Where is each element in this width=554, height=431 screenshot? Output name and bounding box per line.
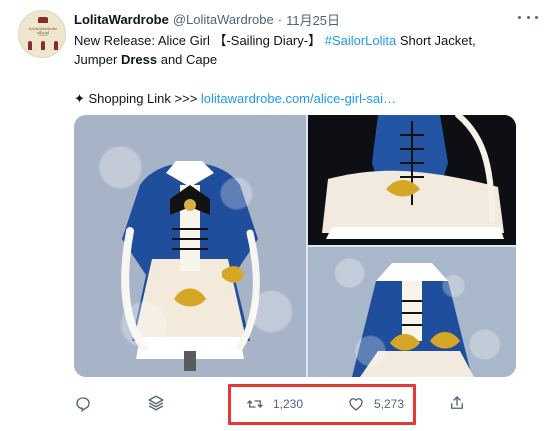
media-grid[interactable] (74, 115, 516, 377)
author-handle[interactable]: @LolitaWardrobe (173, 12, 274, 27)
dress-detail-top-illustration (308, 115, 516, 245)
tweet-text-line-1: New Release: Alice Girl 【-Sailing Diary-… (74, 31, 534, 50)
tweet-card[interactable]: LolitaWardrobe official online LolitaWar… (0, 0, 554, 431)
shopping-line: ✦ Shopping Link >>> lolitawardrobe.com/a… (74, 89, 534, 108)
avatar-sub-text: online (38, 33, 48, 37)
text-segment: Short Jacket, (396, 33, 476, 48)
dress-icon (28, 41, 32, 50)
shopping-prefix: ✦ Shopping Link >>> (74, 91, 201, 106)
avatar[interactable]: LolitaWardrobe official online (18, 10, 66, 58)
highlight-box (228, 384, 416, 425)
text-segment: Jumper (74, 52, 121, 67)
share-icon (451, 396, 463, 409)
text-segment: and Cape (157, 52, 218, 67)
hashtag-link[interactable]: #SailorLolita (321, 33, 397, 48)
text-segment: New Release: Alice Girl (74, 33, 214, 48)
shopping-link[interactable]: lolitawardrobe.com/alice-girl-sai… (201, 91, 396, 106)
tweet-text: New Release: Alice Girl 【-Sailing Diary-… (74, 31, 534, 108)
crown-icon (38, 17, 48, 23)
photo-detail-top[interactable] (308, 115, 516, 245)
tweet-text-line-2: Jumper Dress and Cape (74, 50, 534, 69)
dress-icons (28, 41, 58, 51)
tweet-date[interactable]: 11月25日 (286, 10, 340, 29)
text-title: 【-Sailing Diary-】 (213, 33, 322, 48)
more-dot (526, 15, 530, 19)
more-dot (518, 15, 521, 19)
more-dot (535, 15, 538, 19)
more-options-icon[interactable] (518, 10, 538, 24)
author-name[interactable]: LolitaWardrobe (74, 12, 169, 27)
separator-dot: · (277, 11, 283, 27)
share-button[interactable] (448, 394, 466, 412)
photo-main[interactable] (74, 115, 306, 377)
stack-icon (148, 395, 164, 411)
dress-icon (41, 41, 45, 50)
dress-icon (54, 41, 58, 50)
bold-keyword: Dress (120, 52, 158, 67)
stack-button[interactable] (147, 394, 165, 412)
reply-icon (76, 397, 90, 413)
toile-background (308, 247, 516, 377)
reply-button[interactable] (74, 395, 92, 413)
toile-background (74, 115, 306, 377)
photo-detail-bottom[interactable] (308, 247, 516, 377)
tweet-header: LolitaWardrobe @LolitaWardrobe · 11月25日 (74, 10, 340, 28)
